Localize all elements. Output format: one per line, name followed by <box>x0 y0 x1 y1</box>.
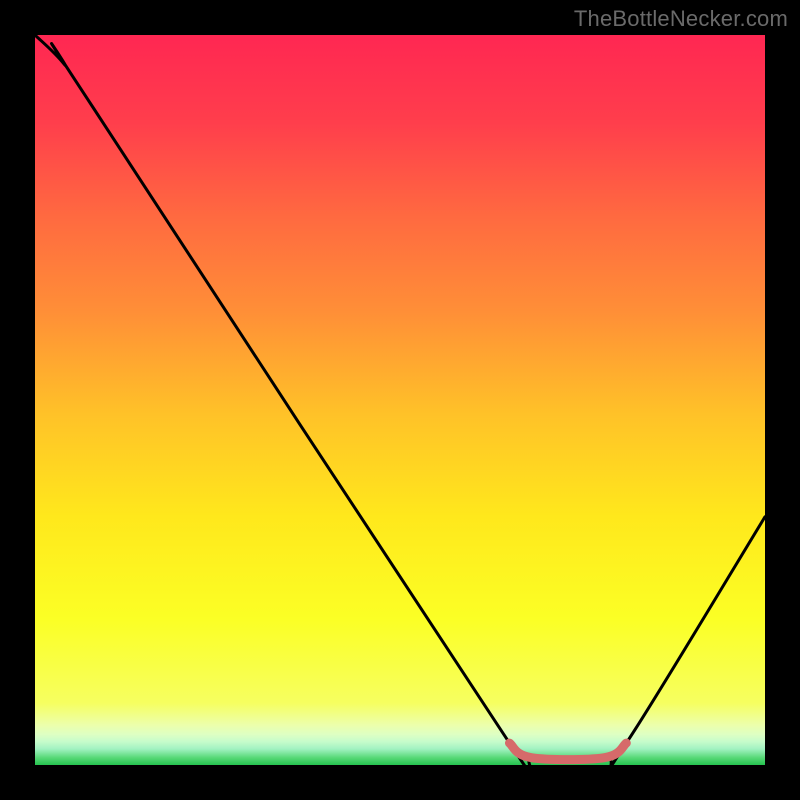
chart-frame <box>35 35 765 765</box>
chart-svg <box>35 35 765 765</box>
chart-background <box>35 35 765 765</box>
watermark-text: TheBottleNecker.com <box>574 6 788 32</box>
